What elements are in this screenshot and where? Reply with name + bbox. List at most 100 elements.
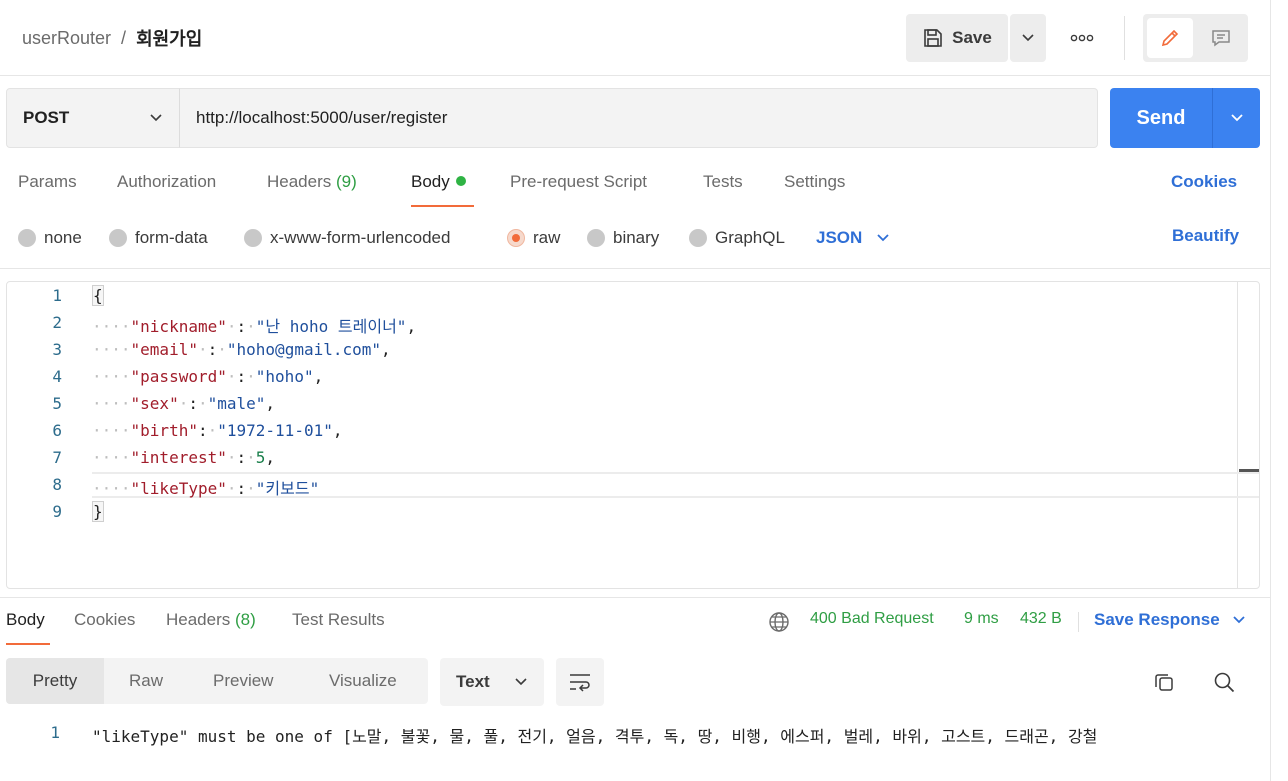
chevron-down-icon (1022, 34, 1034, 42)
line-number: 9 (52, 502, 62, 521)
body-type-raw[interactable]: raw (507, 226, 560, 250)
radio-icon (587, 229, 605, 247)
radio-selected-icon (507, 229, 525, 247)
tab-tests[interactable]: Tests (703, 172, 743, 196)
send-button[interactable]: Send (1110, 88, 1212, 148)
line-number: 8 (52, 475, 62, 494)
method-select[interactable]: POST (6, 88, 180, 148)
body-type-none[interactable]: none (18, 226, 82, 250)
search-icon (1214, 672, 1235, 693)
body-type-binary-label: binary (613, 228, 660, 247)
tab-params[interactable]: Params (18, 172, 77, 196)
save-dropdown-button[interactable] (1010, 14, 1046, 62)
body-type-urlencoded-label: x-www-form-urlencoded (270, 228, 451, 247)
section-separator (0, 268, 1270, 269)
tab-headers[interactable]: Headers (9) (267, 172, 357, 196)
json-comma: , (332, 421, 343, 440)
view-raw[interactable]: Raw (129, 658, 163, 704)
body-type-graphql[interactable]: GraphQL (689, 226, 785, 250)
response-tab-headers[interactable]: Headers (8) (166, 610, 256, 634)
code-line: ····"password"·:·"hoho", (92, 367, 324, 386)
code-line: ····"email"·:·"hoho@gmail.com", (92, 340, 391, 359)
response-tab-body[interactable]: Body (6, 610, 45, 634)
json-value: "hoho@gmail.com" (226, 340, 382, 359)
save-button[interactable]: Save (906, 14, 1008, 62)
edit-mode-button[interactable] (1147, 18, 1193, 58)
body-type-urlencoded[interactable]: x-www-form-urlencoded (244, 226, 450, 250)
language-label: JSON (816, 228, 863, 247)
response-format-label: Text (456, 672, 490, 691)
language-select[interactable]: JSON (816, 226, 890, 250)
active-tab-indicator (411, 205, 474, 207)
pencil-icon (1161, 29, 1179, 47)
tab-pre-request-script[interactable]: Pre-request Script (510, 172, 647, 196)
tab-headers-count: (9) (336, 172, 357, 191)
json-value: 5 (255, 448, 266, 467)
code-line: ····"interest"·:·5, (92, 448, 276, 467)
pane-resizer[interactable] (0, 597, 1270, 598)
code-line: ····"nickname"·:·"난 hoho 트레이너", (92, 317, 417, 336)
tab-settings[interactable]: Settings (784, 172, 845, 196)
editor-scrollbar-track[interactable] (1237, 282, 1238, 588)
save-label: Save (952, 28, 992, 47)
radio-icon (689, 229, 707, 247)
comments-button[interactable] (1198, 18, 1244, 58)
json-key: "interest" (130, 448, 227, 467)
tab-body-label: Body (411, 172, 450, 191)
response-time[interactable]: 9 ms (964, 610, 999, 634)
body-type-form-data-label: form-data (135, 228, 208, 247)
line-number: 5 (52, 394, 62, 413)
line-number: 3 (52, 340, 62, 359)
view-preview[interactable]: Preview (213, 658, 273, 704)
breadcrumb-collection[interactable]: userRouter (22, 28, 111, 49)
response-format-select[interactable]: Text (440, 658, 544, 706)
chevron-down-icon (1233, 616, 1245, 624)
response-tab-test-results[interactable]: Test Results (292, 610, 385, 634)
json-value: "male" (207, 394, 266, 413)
response-tab-cookies[interactable]: Cookies (74, 610, 135, 634)
url-input[interactable]: http://localhost:5000/user/register (179, 88, 1098, 148)
wrap-lines-button[interactable] (556, 658, 604, 706)
json-value: "hoho" (255, 367, 314, 386)
search-button[interactable] (1206, 664, 1242, 700)
response-tab-headers-label: Headers (166, 610, 231, 629)
chevron-down-icon (877, 234, 889, 242)
comment-icon (1212, 30, 1230, 47)
save-response-button[interactable]: Save Response (1094, 610, 1246, 630)
radio-icon (244, 229, 262, 247)
header-separator (0, 75, 1270, 76)
beautify-link[interactable]: Beautify (1172, 226, 1239, 246)
copy-button[interactable] (1146, 664, 1182, 700)
code-line: ····"likeType"·:·"키보드" (92, 479, 320, 498)
json-key: "likeType" (130, 479, 227, 498)
cookies-link[interactable]: Cookies (1171, 172, 1237, 196)
body-type-form-data[interactable]: form-data (109, 226, 208, 250)
tab-body[interactable]: Body (411, 172, 466, 196)
request-name[interactable]: 회원가입 (136, 25, 202, 51)
json-key: "birth" (130, 421, 198, 440)
response-status[interactable]: 400 Bad Request (810, 610, 934, 634)
response-body-text[interactable]: "likeType" must be one of [노말, 불꽃, 물, 풀,… (92, 723, 1262, 747)
line-number: 1 (52, 286, 62, 305)
json-comma: , (265, 448, 276, 467)
radio-icon (18, 229, 36, 247)
send-dropdown-button[interactable] (1212, 88, 1260, 148)
json-key: "email" (130, 340, 198, 359)
globe-icon[interactable] (768, 611, 790, 638)
line-number: 7 (52, 448, 62, 467)
more-options-button[interactable] (1062, 14, 1102, 62)
code-line: { (92, 285, 104, 306)
chevron-down-icon (515, 678, 527, 686)
chevron-down-icon (1230, 114, 1243, 122)
status-divider (1078, 612, 1079, 632)
tab-authorization[interactable]: Authorization (117, 172, 216, 196)
json-comma: , (265, 394, 276, 413)
body-type-binary[interactable]: binary (587, 226, 659, 250)
view-visualize[interactable]: Visualize (329, 658, 397, 704)
response-line-number: 1 (50, 723, 60, 742)
breadcrumb-separator: / (121, 27, 127, 48)
method-label: POST (23, 108, 70, 127)
code-line: } (92, 501, 104, 522)
response-size[interactable]: 432 B (1020, 610, 1062, 634)
view-pretty[interactable]: Pretty (6, 658, 104, 704)
